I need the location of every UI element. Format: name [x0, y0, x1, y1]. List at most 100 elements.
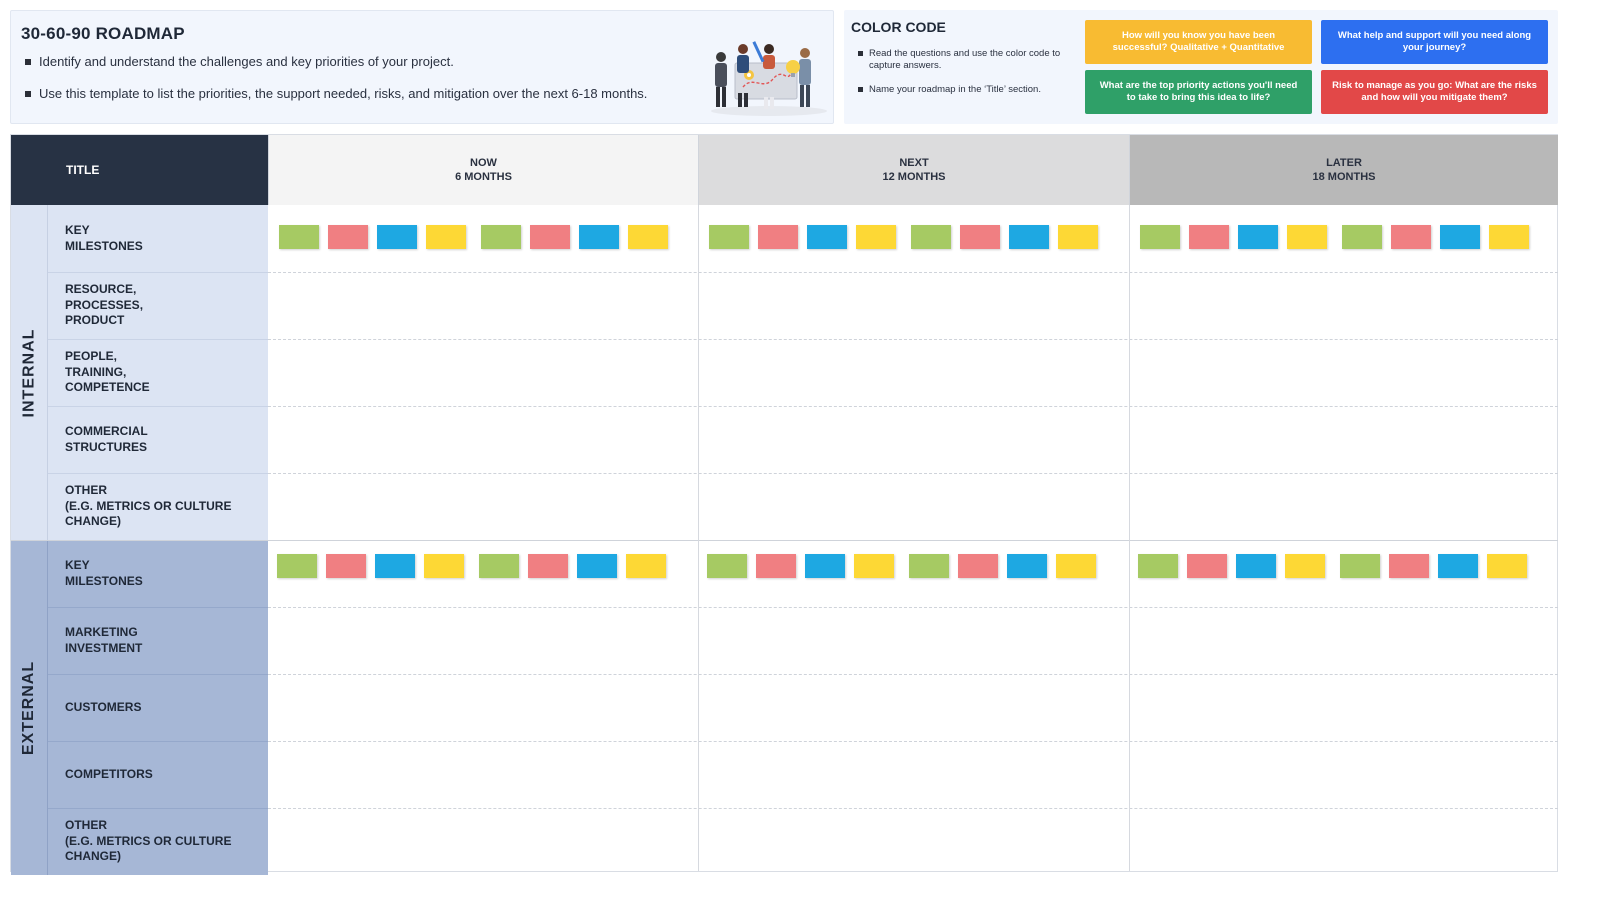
row-label-divider [48, 272, 268, 273]
row-label-internal: OTHER (E.G. METRICS OR CULTURE CHANGE) [48, 473, 268, 540]
color-code-title: COLOR CODE [851, 19, 946, 35]
sticky-note[interactable] [1438, 554, 1478, 578]
column-header-now: NOW 6 MONTHS [268, 135, 698, 205]
section-divider [11, 540, 1558, 541]
sticky-note[interactable] [1056, 554, 1096, 578]
row-label-divider [48, 607, 268, 608]
section-label: EXTERNAL [20, 660, 38, 755]
column-period: NOW [470, 157, 497, 169]
sticky-note[interactable] [1489, 225, 1529, 249]
row-label-internal: KEY MILESTONES [48, 205, 268, 272]
column-duration: 12 MONTHS [882, 171, 946, 183]
sticky-note[interactable] [579, 225, 619, 249]
color-code-actions[interactable]: What are the top priority actions you'll… [1085, 70, 1312, 114]
instruction-text: Identify and understand the challenges a… [39, 54, 454, 69]
sticky-note[interactable] [1189, 225, 1229, 249]
sticky-note[interactable] [375, 554, 415, 578]
row-label-divider [48, 339, 268, 340]
sticky-note[interactable] [707, 554, 747, 578]
roadmap-title-label: TITLE [66, 163, 100, 177]
roadmap-grid: TITLE NOW 6 MONTHS NEXT 12 MONTHS LATER … [10, 134, 1558, 875]
color-code-risks[interactable]: Risk to manage as you go: What are the r… [1321, 70, 1548, 114]
row-divider [268, 473, 1558, 474]
row-label-external: OTHER (E.G. METRICS OR CULTURE CHANGE) [48, 808, 268, 875]
sticky-note[interactable] [1389, 554, 1429, 578]
sticky-note[interactable] [530, 225, 570, 249]
row-label-divider [48, 674, 268, 675]
row-label-divider [48, 808, 268, 809]
color-code-panel: COLOR CODE Read the questions and use th… [844, 10, 1558, 124]
sticky-note[interactable] [277, 554, 317, 578]
row-label-external: KEY MILESTONES [48, 540, 268, 607]
sticky-note[interactable] [1138, 554, 1178, 578]
roadmap-title-cell[interactable]: TITLE [11, 135, 268, 205]
sticky-note[interactable] [807, 225, 847, 249]
sticky-note[interactable] [326, 554, 366, 578]
sticky-note[interactable] [626, 554, 666, 578]
color-code-success[interactable]: How will you know you have been successf… [1085, 20, 1312, 64]
column-period: LATER [1326, 157, 1362, 169]
row-label-divider [48, 741, 268, 742]
instruction-text: Use this template to list the priorities… [39, 86, 648, 101]
sticky-note[interactable] [1487, 554, 1527, 578]
sticky-note[interactable] [1009, 225, 1049, 249]
sticky-note[interactable] [1340, 554, 1380, 578]
column-header-next: NEXT 12 MONTHS [698, 135, 1129, 205]
sticky-note[interactable] [960, 225, 1000, 249]
sticky-note[interactable] [1058, 225, 1098, 249]
sticky-note[interactable] [577, 554, 617, 578]
sticky-note[interactable] [481, 225, 521, 249]
row-label-divider [48, 473, 268, 474]
row-label-external: CUSTOMERS [48, 674, 268, 741]
row-divider [268, 272, 1558, 273]
sticky-note[interactable] [1287, 225, 1327, 249]
row-label-external: MARKETING INVESTMENT [48, 607, 268, 674]
sticky-note[interactable] [854, 554, 894, 578]
sticky-note[interactable] [856, 225, 896, 249]
sticky-note[interactable] [958, 554, 998, 578]
row-label-internal: RESOURCE, PROCESSES, PRODUCT [48, 272, 268, 339]
column-duration: 6 MONTHS [455, 171, 512, 183]
color-code-bullet-2: Name your roadmap in the ‘Title’ section… [858, 84, 1078, 96]
sticky-note[interactable] [758, 225, 798, 249]
sticky-note[interactable] [528, 554, 568, 578]
bullet-square-icon [25, 58, 31, 65]
instruction-bullet-2: Use this template to list the priorities… [25, 86, 647, 101]
sticky-note[interactable] [328, 225, 368, 249]
sticky-note[interactable] [377, 225, 417, 249]
team-collaboration-illustration [711, 41, 827, 116]
section-band-external: EXTERNAL [11, 540, 48, 875]
color-code-support[interactable]: What help and support will you need alon… [1321, 20, 1548, 64]
row-divider [268, 406, 1558, 407]
sticky-note[interactable] [1238, 225, 1278, 249]
sticky-note[interactable] [1285, 554, 1325, 578]
row-label-external: COMPETITORS [48, 741, 268, 808]
sticky-note[interactable] [805, 554, 845, 578]
sticky-note[interactable] [1187, 554, 1227, 578]
sticky-note[interactable] [1342, 225, 1382, 249]
color-code-instruction: Name your roadmap in the ‘Title’ section… [869, 84, 1041, 95]
row-divider [268, 741, 1558, 742]
sticky-note[interactable] [1007, 554, 1047, 578]
column-duration: 18 MONTHS [1312, 171, 1376, 183]
sticky-note[interactable] [1140, 225, 1180, 249]
column-period: NEXT [899, 157, 929, 169]
sticky-note[interactable] [479, 554, 519, 578]
sticky-note[interactable] [911, 225, 951, 249]
sticky-note[interactable] [426, 225, 466, 249]
column-divider [698, 205, 699, 871]
row-label-internal: COMMERCIAL STRUCTURES [48, 406, 268, 473]
row-divider [268, 674, 1558, 675]
sticky-note[interactable] [1440, 225, 1480, 249]
sticky-note[interactable] [1391, 225, 1431, 249]
sticky-note[interactable] [1236, 554, 1276, 578]
color-code-bullet-1: Read the questions and use the color cod… [858, 48, 1078, 72]
row-label-divider [48, 406, 268, 407]
sticky-note[interactable] [628, 225, 668, 249]
sticky-note[interactable] [909, 554, 949, 578]
sticky-note[interactable] [709, 225, 749, 249]
sticky-note[interactable] [279, 225, 319, 249]
sticky-note[interactable] [756, 554, 796, 578]
sticky-note[interactable] [424, 554, 464, 578]
row-divider [268, 808, 1558, 809]
